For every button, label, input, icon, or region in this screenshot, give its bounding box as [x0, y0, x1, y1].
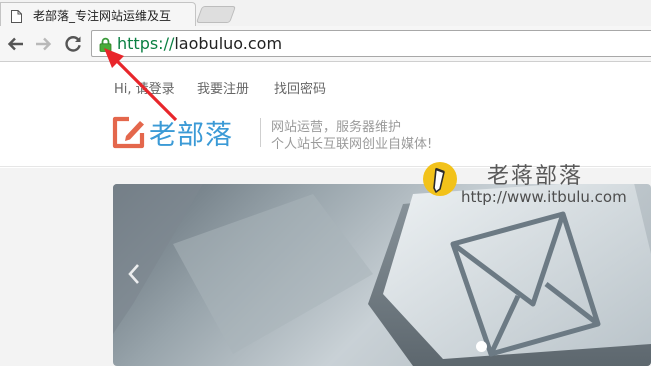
logo-tagline-2: 个人站长互联网创业自媒体!: [271, 137, 433, 152]
register-link[interactable]: 我要注册: [197, 78, 249, 97]
browser-tab[interactable]: 老部落_专注网站运维及互: [0, 2, 196, 26]
login-link[interactable]: Hi, 请登录: [114, 78, 175, 97]
logo-text: 老部落: [149, 120, 233, 151]
watermark-url: http://www.itbulu.com: [461, 188, 627, 206]
envelope-key-image: [113, 184, 651, 366]
lock-icon: [99, 37, 112, 52]
browser-toolbar: https://laobuluo.com: [0, 26, 651, 62]
reload-icon: [65, 36, 81, 52]
address-bar[interactable]: https://laobuluo.com: [91, 30, 651, 57]
forward-arrow-icon: [36, 37, 52, 51]
pencil-square-logo-icon: [112, 116, 146, 149]
hero-slider[interactable]: [113, 184, 651, 366]
url-scheme: https://: [117, 34, 175, 53]
slider-dot[interactable]: [476, 341, 487, 352]
tab-title: 老部落_专注网站运维及互: [33, 9, 172, 23]
watermark-pencil-icon: [423, 162, 457, 196]
recover-password-link[interactable]: 找回密码: [274, 78, 326, 97]
slider-prev-icon[interactable]: [123, 260, 145, 288]
address-url: https://laobuluo.com: [117, 34, 282, 53]
page-icon: [11, 8, 22, 23]
site-header: Hi, 请登录 我要注册 找回密码 老部落 网站运营，服务器维护 个人站长互联网…: [0, 63, 651, 167]
reload-button[interactable]: [61, 32, 85, 56]
url-host: laobuluo.com: [174, 34, 283, 53]
tab-strip: 老部落_专注网站运维及互: [0, 0, 651, 26]
watermark-title: 老蒋部落: [487, 164, 584, 189]
back-arrow-icon: [7, 37, 23, 51]
new-tab-button[interactable]: [195, 6, 237, 23]
forward-button[interactable]: [31, 32, 55, 56]
logo-divider: [260, 118, 261, 147]
back-button[interactable]: [4, 32, 28, 56]
